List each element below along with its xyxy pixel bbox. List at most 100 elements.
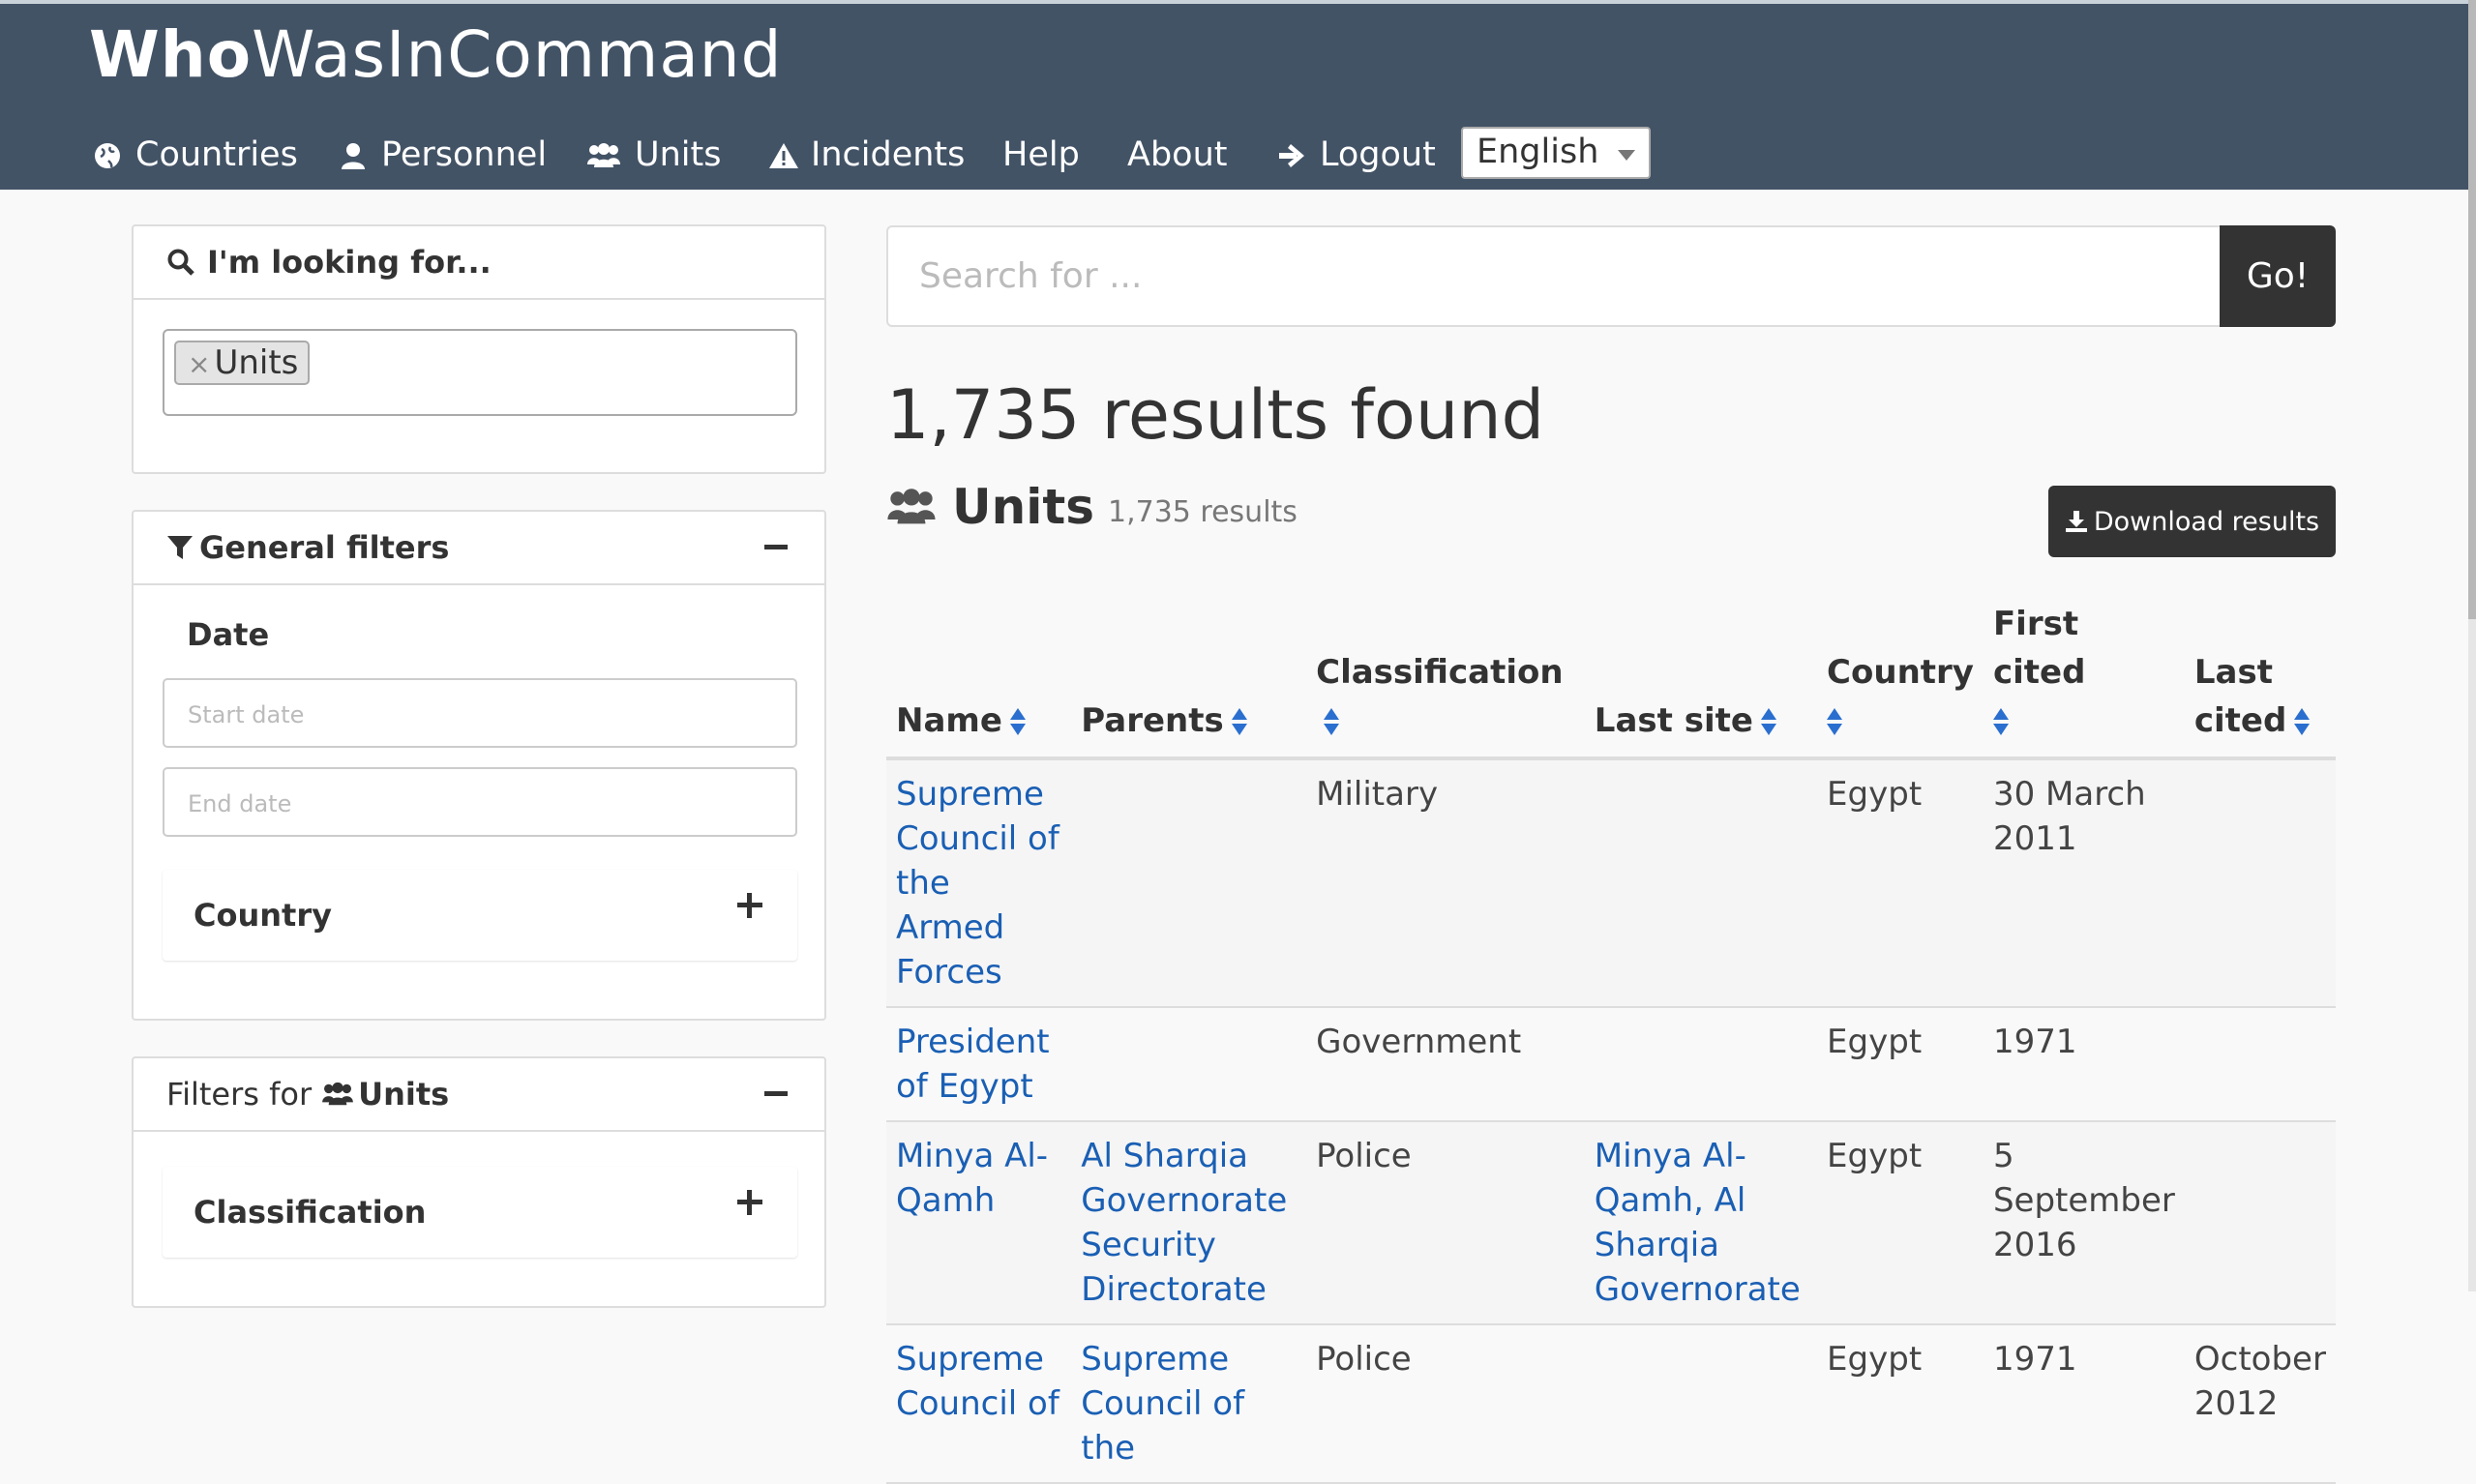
- unit-country: Egypt: [1817, 758, 1984, 1008]
- sort-icon[interactable]: [1992, 706, 2009, 739]
- unit-parent-link[interactable]: Al Sharqia Governorate Security Director…: [1081, 1137, 1287, 1309]
- unit-last-site-link[interactable]: Minya Al-Qamh, Al Sharqia Governorate: [1595, 1137, 1801, 1309]
- nav-help[interactable]: Help: [1002, 128, 1080, 182]
- unit-name-link[interactable]: Supreme Council of the Armed Forces: [896, 775, 1059, 992]
- col-header-classification[interactable]: Classification: [1306, 590, 1585, 760]
- chevron-down-icon: [1618, 150, 1635, 161]
- general-filters-header[interactable]: General filters: [134, 512, 824, 585]
- table-row: Supreme Council of Supreme Council of th…: [886, 1324, 2336, 1484]
- general-filters-title: General filters: [199, 529, 450, 566]
- unit-filters-header[interactable]: Filters for Units: [134, 1058, 824, 1132]
- scrollbar-track[interactable]: [2468, 0, 2476, 1291]
- arrow-right-icon: [1277, 140, 1306, 169]
- unit-classification: Government: [1306, 1007, 1585, 1122]
- brand-regular: WasInCommand: [252, 17, 783, 92]
- language-value: English: [1477, 133, 1599, 171]
- classification-label: Classification: [194, 1194, 427, 1231]
- nav-about[interactable]: About: [1127, 128, 1227, 182]
- end-date-input[interactable]: End date: [163, 767, 797, 837]
- expand-icon[interactable]: [737, 1190, 762, 1215]
- scrollbar-thumb[interactable]: [2468, 0, 2476, 619]
- navbar: WhoWasInCommand Countries Personnel Unit…: [0, 4, 2476, 190]
- brand-bold: Who: [89, 17, 253, 92]
- download-results-button[interactable]: Download results: [2048, 486, 2336, 557]
- users-icon: [586, 140, 621, 169]
- language-select[interactable]: English: [1461, 127, 1651, 179]
- go-button[interactable]: Go!: [2220, 225, 2336, 327]
- table-row: Minya Al-Qamh Al Sharqia Governorate Sec…: [886, 1121, 2336, 1325]
- sort-icon[interactable]: [2294, 706, 2311, 739]
- unit-filters-prefix: Filters for: [166, 1076, 313, 1113]
- nav-personnel[interactable]: Personnel: [339, 128, 547, 182]
- nav-label: Units: [635, 135, 722, 174]
- date-label: Date: [187, 616, 270, 653]
- search-input[interactable]: Search for ...: [886, 225, 2222, 327]
- col-header-country[interactable]: Country: [1817, 590, 1984, 760]
- download-icon: [2065, 511, 2087, 532]
- units-section-header: Units 1,735 results: [886, 479, 1298, 535]
- unit-first-cited: 1971: [1983, 1007, 2185, 1122]
- collapse-icon[interactable]: [764, 1091, 788, 1096]
- entity-type-select[interactable]: × Units: [163, 329, 797, 416]
- unit-classification: Police: [1306, 1121, 1585, 1325]
- tag-label: Units: [214, 343, 299, 382]
- filter-icon: [167, 536, 193, 559]
- unit-first-cited: 5 September 2016: [1983, 1121, 2185, 1325]
- nav-label: Personnel: [381, 135, 548, 174]
- globe-icon: [93, 140, 122, 169]
- unit-filters-entity: Units: [358, 1076, 450, 1113]
- unit-last-cited: October 2012: [2184, 1324, 2336, 1484]
- unit-country: Egypt: [1817, 1121, 1984, 1325]
- unit-first-cited: 30 March 2011: [1983, 758, 2185, 1008]
- unit-last-cited: [2184, 758, 2336, 1008]
- unit-classification: Police: [1306, 1324, 1585, 1484]
- classification-filter-section[interactable]: Classification: [163, 1167, 797, 1258]
- sort-icon[interactable]: [1760, 706, 1776, 739]
- col-header-last-cited[interactable]: Last cited: [2184, 590, 2336, 760]
- close-icon[interactable]: ×: [188, 348, 210, 380]
- nav-label: Incidents: [811, 135, 966, 174]
- unit-country: Egypt: [1817, 1007, 1984, 1122]
- unit-filters-panel: Filters for Units Classification: [132, 1056, 826, 1308]
- unit-first-cited: 1971: [1983, 1324, 2185, 1484]
- expand-icon[interactable]: [737, 893, 762, 918]
- user-icon: [339, 140, 368, 169]
- table-header-row: Name Parents Classification Last site Co…: [886, 590, 2336, 760]
- sort-icon[interactable]: [1827, 706, 1843, 739]
- unit-name-link[interactable]: Minya Al-Qamh: [896, 1137, 1048, 1220]
- units-section-count: 1,735 results: [1108, 494, 1298, 529]
- users-icon: [887, 489, 936, 524]
- download-label: Download results: [2093, 506, 2320, 537]
- looking-for-title: I'm looking for...: [207, 244, 492, 281]
- selected-tag[interactable]: × Units: [174, 341, 311, 385]
- sort-icon[interactable]: [1231, 706, 1247, 739]
- start-date-input[interactable]: Start date: [163, 678, 797, 748]
- table-row: Supreme Council of the Armed Forces Mili…: [886, 758, 2336, 1008]
- results-count-title: 1,735 results found: [886, 375, 1545, 455]
- unit-name-link[interactable]: Supreme Council of: [896, 1340, 1059, 1423]
- nav-units[interactable]: Units: [586, 128, 721, 182]
- col-header-parents[interactable]: Parents: [1071, 590, 1307, 760]
- looking-for-header: I'm looking for...: [134, 226, 824, 300]
- nav-incidents[interactable]: Incidents: [768, 128, 965, 182]
- nav-countries[interactable]: Countries: [93, 128, 298, 182]
- nav-logout[interactable]: Logout: [1277, 128, 1436, 182]
- col-header-first-cited[interactable]: First cited: [1983, 590, 2185, 760]
- unit-name-link[interactable]: President of Egypt: [896, 1023, 1050, 1106]
- nav-label: Countries: [135, 135, 298, 174]
- warning-icon: [768, 140, 798, 169]
- nav-label: Help: [1002, 135, 1080, 174]
- results-table: Name Parents Classification Last site Co…: [886, 590, 2336, 1484]
- units-section-title: Units: [952, 479, 1094, 535]
- collapse-icon[interactable]: [764, 545, 788, 549]
- country-filter-section[interactable]: Country: [163, 870, 797, 961]
- sort-icon[interactable]: [1324, 706, 1340, 739]
- site-brand[interactable]: WhoWasInCommand: [89, 17, 783, 92]
- unit-classification: Military: [1306, 758, 1585, 1008]
- col-header-last-site[interactable]: Last site: [1584, 590, 1818, 760]
- sort-icon[interactable]: [1009, 706, 1026, 739]
- unit-last-cited: [2184, 1007, 2336, 1122]
- users-icon: [322, 1082, 353, 1106]
- col-header-name[interactable]: Name: [886, 590, 1072, 760]
- unit-parent-link[interactable]: Supreme Council of the: [1081, 1340, 1244, 1468]
